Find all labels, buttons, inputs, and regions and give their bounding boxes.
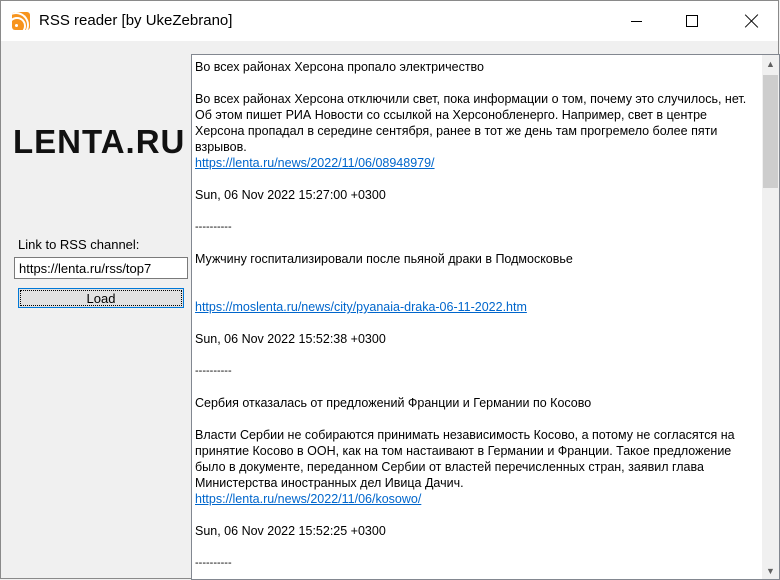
feed-item-date: Sun, 06 Nov 2022 15:52:25 +0300: [195, 524, 386, 538]
feed-item-title: Сербия отказалась от предложений Франции…: [195, 396, 592, 410]
scrollbar-thumb[interactable]: [763, 75, 778, 188]
maximize-button[interactable]: [669, 1, 715, 41]
feed-item-date: Sun, 06 Nov 2022 15:52:38 +0300: [195, 332, 386, 346]
app-window: RSS reader [by UkeZebrano] LENTA.RU Link…: [0, 0, 780, 580]
vertical-scrollbar[interactable]: ▲ ▼: [762, 55, 779, 579]
scroll-up-arrow-icon[interactable]: ▲: [762, 55, 779, 72]
feed-separator: ----------: [195, 221, 232, 233]
feed-item-link[interactable]: https://lenta.ru/news/2022/11/06/0894897…: [195, 156, 435, 170]
feed-item-description: Власти Сербии не собираются принимать не…: [195, 428, 735, 490]
close-icon: [745, 14, 759, 28]
title-bar[interactable]: RSS reader [by UkeZebrano]: [1, 1, 778, 41]
window-title: RSS reader [by UkeZebrano]: [39, 12, 233, 29]
feed-content: Во всех районах Херсона пропало электрич…: [195, 59, 753, 571]
minimize-button[interactable]: [613, 1, 659, 41]
rss-link-input[interactable]: [14, 257, 188, 279]
minimize-icon: [630, 20, 642, 22]
feed-item-description: Во всех районах Херсона отключили свет, …: [195, 92, 747, 154]
maximize-icon: [686, 15, 698, 27]
scroll-down-arrow-icon[interactable]: ▼: [762, 562, 779, 579]
feed-textbox[interactable]: Во всех районах Херсона пропало электрич…: [191, 54, 780, 580]
close-button[interactable]: [729, 1, 775, 41]
feed-item-title: Во всех районах Херсона пропало электрич…: [195, 60, 485, 74]
feed-separator: ----------: [195, 557, 232, 569]
lenta-logo: LENTA.RU: [13, 123, 186, 160]
rss-icon: [12, 12, 30, 30]
feed-item-link[interactable]: https://moslenta.ru/news/city/pyanaia-dr…: [195, 300, 527, 314]
feed-item-date: Sun, 06 Nov 2022 15:27:00 +0300: [195, 188, 386, 202]
load-button[interactable]: Load: [18, 288, 184, 308]
feed-item-title: Мужчину госпитализировали после пьяной д…: [195, 252, 573, 266]
feed-separator: ----------: [195, 365, 232, 377]
feed-item-link[interactable]: https://lenta.ru/news/2022/11/06/kosowo/: [195, 492, 421, 506]
rss-link-label: Link to RSS channel:: [18, 237, 140, 252]
